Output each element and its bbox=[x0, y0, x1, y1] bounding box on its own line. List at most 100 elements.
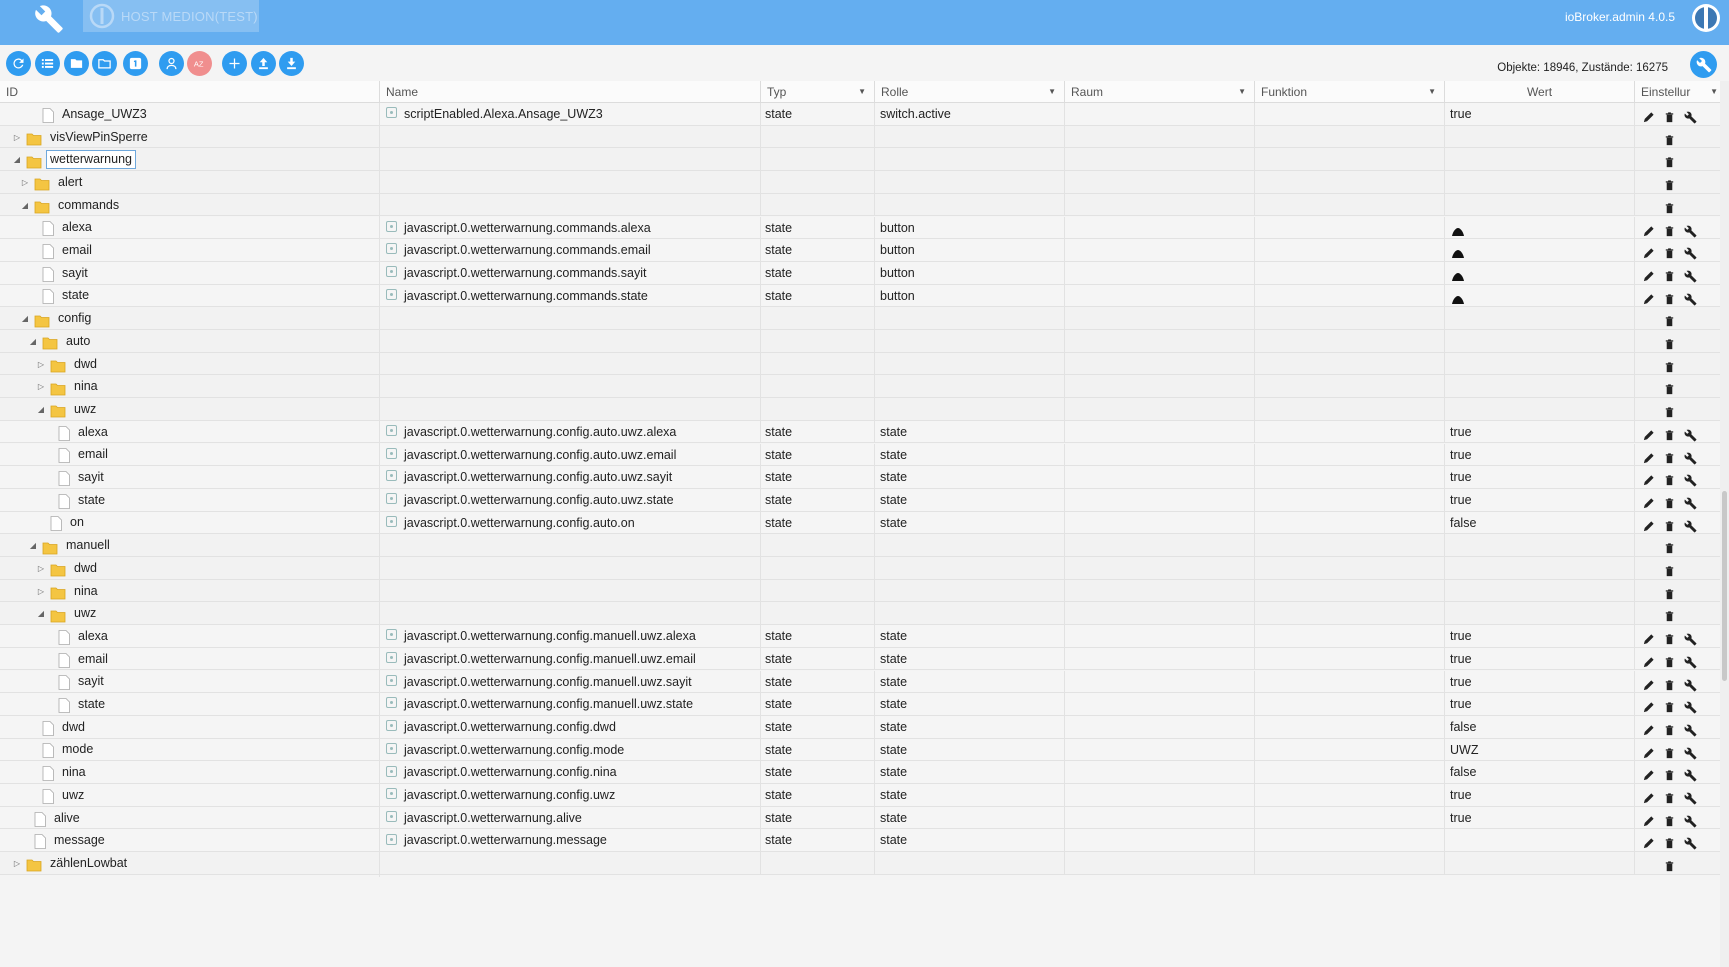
column-header-raum[interactable]: Raum ▼ bbox=[1065, 81, 1255, 103]
expand-icon[interactable]: ▷ bbox=[36, 580, 46, 604]
delete-icon[interactable] bbox=[1663, 789, 1676, 804]
wert-cell[interactable] bbox=[1445, 261, 1635, 285]
list-view-button[interactable] bbox=[35, 51, 60, 76]
tree-state-row[interactable]: email javascript.0.wetterwarnung.commands… bbox=[0, 239, 1720, 265]
tree-folder-row[interactable]: ▷ nina bbox=[0, 579, 1720, 605]
tree-state-row[interactable]: sayit javascript.0.wetterwarnung.config.a… bbox=[0, 466, 1720, 492]
delete-icon[interactable] bbox=[1663, 290, 1676, 304]
id-label[interactable]: state bbox=[62, 285, 89, 309]
id-label[interactable]: alexa bbox=[78, 421, 108, 445]
delete-icon[interactable] bbox=[1663, 380, 1676, 395]
host-tab[interactable]: HOST MEDION(TEST) bbox=[83, 0, 259, 32]
edit-icon[interactable] bbox=[1642, 517, 1655, 531]
id-cell[interactable]: alexa bbox=[0, 216, 380, 242]
filter-arrow-icon[interactable]: ▼ bbox=[1428, 81, 1436, 103]
tree-state-row[interactable]: state javascript.0.wetterwarnung.config.a… bbox=[0, 488, 1720, 514]
edit-icon[interactable] bbox=[1642, 721, 1655, 736]
collapse-folders-button[interactable] bbox=[64, 51, 89, 76]
id-cell[interactable]: ▷ dwd bbox=[0, 352, 380, 378]
id-label[interactable]: sayit bbox=[62, 262, 88, 286]
tree-state-row[interactable]: alexa javascript.0.wetterwarnung.config.a… bbox=[0, 420, 1720, 446]
id-cell[interactable]: email bbox=[0, 647, 380, 673]
tree-state-row[interactable]: alive javascript.0.wetterwarnung.alive sta… bbox=[0, 806, 1720, 832]
id-cell[interactable]: state bbox=[0, 284, 380, 310]
edit-icon[interactable] bbox=[1642, 222, 1655, 236]
wert-cell[interactable] bbox=[1445, 148, 1635, 172]
expand-icon[interactable]: ▷ bbox=[12, 126, 22, 150]
tree-state-row[interactable]: state javascript.0.wetterwarnung.commands… bbox=[0, 284, 1720, 310]
settings-icon[interactable] bbox=[1684, 244, 1697, 260]
id-label[interactable]: nina bbox=[74, 375, 98, 399]
wert-cell[interactable]: false bbox=[1445, 761, 1635, 784]
id-label[interactable]: alert bbox=[58, 171, 82, 195]
tree-state-row[interactable]: email javascript.0.wetterwarnung.config.m… bbox=[0, 647, 1720, 673]
collapse-icon[interactable]: ◢ bbox=[12, 148, 22, 172]
settings-icon[interactable] bbox=[1684, 721, 1697, 737]
id-cell[interactable]: ◢ manuell bbox=[0, 534, 380, 560]
collapse-icon[interactable]: ◢ bbox=[20, 307, 30, 331]
wert-cell[interactable]: true bbox=[1445, 420, 1635, 444]
id-label[interactable]: sayit bbox=[78, 466, 104, 490]
tree-folder-row[interactable]: ◢ wetterwarnung bbox=[0, 148, 1720, 174]
edit-icon[interactable] bbox=[1642, 630, 1655, 645]
wert-cell[interactable] bbox=[1445, 307, 1635, 330]
wrench-icon[interactable] bbox=[34, 4, 64, 34]
edit-icon[interactable] bbox=[1642, 766, 1655, 781]
settings-icon[interactable] bbox=[1684, 766, 1697, 782]
tree-state-row[interactable]: nina javascript.0.wetterwarnung.config.ni… bbox=[0, 761, 1720, 787]
settings-icon[interactable] bbox=[1684, 653, 1697, 669]
delete-icon[interactable] bbox=[1663, 312, 1676, 327]
id-label[interactable]: wetterwarnung bbox=[46, 150, 136, 170]
id-cell[interactable]: uwz bbox=[0, 784, 380, 809]
wert-cell[interactable] bbox=[1445, 579, 1635, 603]
edit-icon[interactable] bbox=[1642, 812, 1655, 826]
iobroker-logo-icon[interactable] bbox=[1691, 3, 1721, 33]
id-cell[interactable]: email bbox=[0, 239, 380, 265]
wert-cell[interactable]: true bbox=[1445, 488, 1635, 512]
delete-icon[interactable] bbox=[1663, 834, 1676, 849]
delete-icon[interactable] bbox=[1663, 108, 1676, 123]
settings-icon[interactable] bbox=[1684, 222, 1697, 237]
id-cell[interactable]: ▷ visViewPinSperre bbox=[0, 125, 380, 151]
delete-icon[interactable] bbox=[1663, 857, 1676, 872]
id-label[interactable]: uwz bbox=[74, 398, 96, 422]
id-label[interactable]: nina bbox=[74, 580, 98, 604]
settings-icon[interactable] bbox=[1684, 744, 1697, 760]
tree-state-row[interactable]: uwz javascript.0.wetterwarnung.config.uwz… bbox=[0, 784, 1720, 809]
id-cell[interactable]: sayit bbox=[0, 466, 380, 492]
id-cell[interactable]: state bbox=[0, 693, 380, 719]
edit-icon[interactable] bbox=[1642, 789, 1655, 804]
id-cell[interactable]: alexa bbox=[0, 420, 380, 446]
delete-icon[interactable] bbox=[1663, 449, 1676, 463]
wert-cell[interactable] bbox=[1445, 852, 1635, 875]
id-label[interactable]: state bbox=[78, 489, 105, 513]
upload-button[interactable] bbox=[251, 51, 276, 76]
tree-folder-row[interactable]: ▷ zählenLowbat bbox=[0, 852, 1720, 878]
tree-folder-row[interactable]: ▷ alert bbox=[0, 171, 1720, 197]
settings-button[interactable] bbox=[1690, 51, 1717, 78]
id-cell[interactable]: alive bbox=[0, 806, 380, 832]
tree-folder-row[interactable]: ◢ uwz bbox=[0, 398, 1720, 424]
wert-cell[interactable] bbox=[1445, 330, 1635, 353]
id-cell[interactable]: ◢ config bbox=[0, 307, 380, 333]
id-cell[interactable]: ◢ wetterwarnung bbox=[0, 148, 380, 174]
wert-cell[interactable] bbox=[1445, 352, 1635, 376]
id-label[interactable]: manuell bbox=[66, 534, 110, 558]
edit-icon[interactable] bbox=[1642, 653, 1655, 667]
id-label[interactable]: alive bbox=[54, 807, 80, 831]
column-header-einstellungen[interactable]: Einstellur ▼ bbox=[1635, 81, 1720, 103]
refresh-button[interactable] bbox=[6, 51, 31, 76]
delete-icon[interactable] bbox=[1663, 698, 1676, 713]
id-label[interactable]: email bbox=[78, 648, 108, 672]
settings-icon[interactable] bbox=[1684, 834, 1697, 850]
delete-icon[interactable] bbox=[1663, 812, 1676, 826]
id-cell[interactable]: mode bbox=[0, 738, 380, 764]
id-label[interactable]: alexa bbox=[62, 217, 92, 241]
id-cell[interactable]: sayit bbox=[0, 670, 380, 696]
tree-state-row[interactable]: Ansage_UWZ3 scriptEnabled.Alexa.Ansage_UW… bbox=[0, 103, 1720, 128]
tree-state-row[interactable]: alexa javascript.0.wetterwarnung.config.m… bbox=[0, 625, 1720, 651]
id-cell[interactable]: on bbox=[0, 511, 380, 537]
delete-icon[interactable] bbox=[1663, 676, 1676, 690]
settings-icon[interactable] bbox=[1684, 517, 1697, 533]
tree-folder-row[interactable]: ◢ manuell bbox=[0, 534, 1720, 560]
